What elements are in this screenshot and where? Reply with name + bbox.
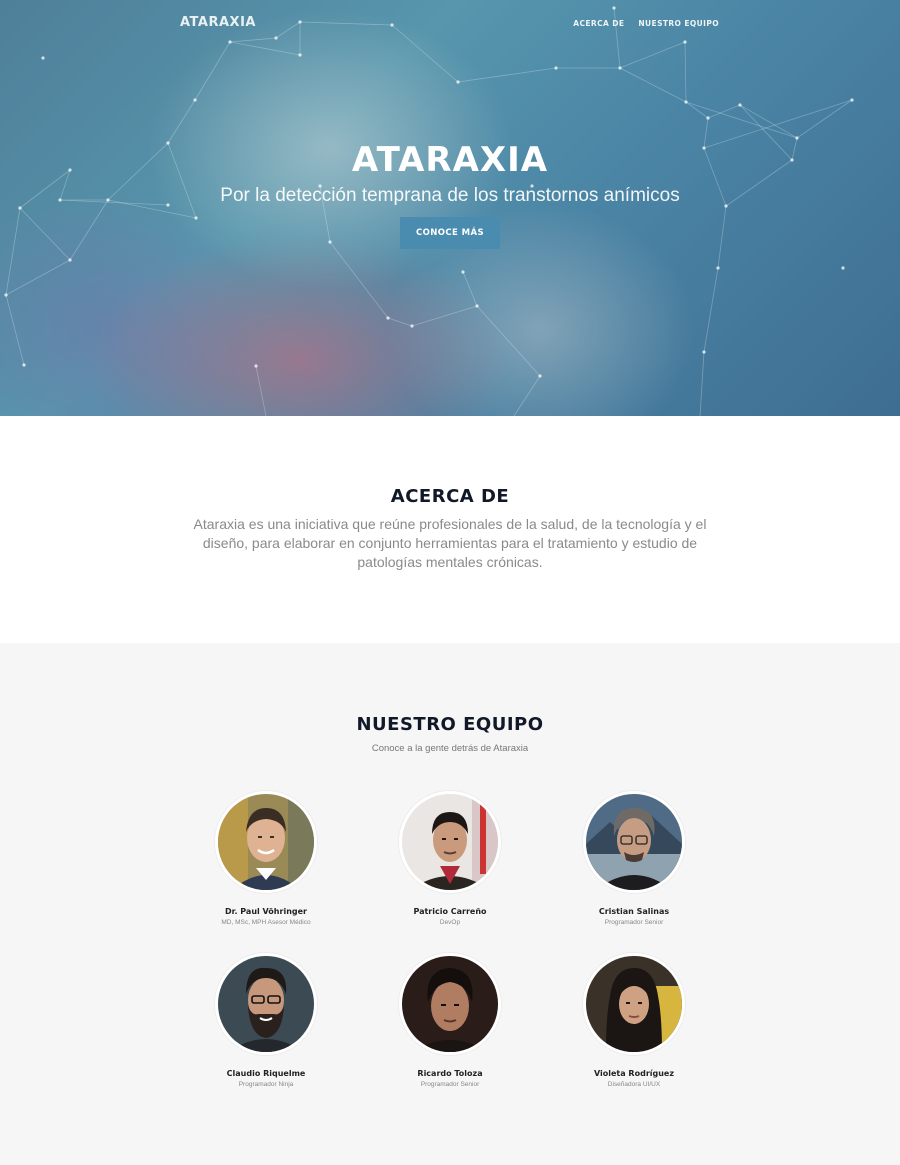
team-member-card: Dr. Paul Vöhringer MD, MSc, MPH Asesor M… [176,791,356,926]
portrait-image [402,794,498,890]
nav-link-acerca-de[interactable]: ACERCA DE [573,19,624,28]
member-role: Programador Ninja [238,1081,294,1088]
avatar [399,791,501,893]
team-title: NUESTRO EQUIPO [356,714,544,735]
nav-links: ACERCA DE NUESTRO EQUIPO [573,19,719,28]
avatar [215,791,317,893]
member-role: MD, MSc, MPH Asesor Médico [221,919,311,926]
portrait-image [586,794,682,890]
hero-title: ATARAXIA [351,140,549,180]
team-section: NUESTRO EQUIPO Conoce a la gente detrás … [0,643,900,1165]
member-name: Ricardo Toloza [417,1069,483,1078]
hero-section: ATARAXIA ACERCA DE NUESTRO EQUIPO ATARAX… [0,0,900,416]
team-subtitle: Conoce a la gente detrás de Ataraxia [371,743,529,754]
avatar [399,953,501,1055]
network-background [4,6,854,416]
member-role: Programador Senior [420,1081,480,1088]
portrait-image [586,956,682,1052]
about-text: Ataraxia es una iniciativa que reúne pro… [193,516,707,570]
member-name: Dr. Paul Vöhringer [225,907,307,916]
conoce-mas-button[interactable]: CONOCE MÁS [400,217,500,249]
avatar [583,791,685,893]
team-member-card: Patricio Carreño DevOp [360,791,540,926]
avatar [215,953,317,1055]
member-name: Cristian Salinas [598,907,670,916]
member-name: Patricio Carreño [413,907,487,916]
team-member-card: Cristian Salinas Programador Senior [544,791,724,926]
about-title: ACERCA DE [390,486,510,507]
member-role: Diseñadora UI/UX [607,1081,661,1088]
portrait-image [402,956,498,1052]
nav-link-nuestro-equipo[interactable]: NUESTRO EQUIPO [638,19,719,28]
team-member-card: Claudio Riquelme Programador Ninja [176,953,356,1088]
portrait-image [218,956,314,1052]
team-member-card: Violeta Rodríguez Diseñadora UI/UX [544,953,724,1088]
team-member-card: Ricardo Toloza Programador Senior [360,953,540,1088]
avatar [583,953,685,1055]
member-role: Programador Senior [604,919,664,926]
hero-subtitle: Por la detección temprana de los transto… [220,185,680,206]
member-role: DevOp [439,919,461,926]
member-name: Claudio Riquelme [226,1069,306,1078]
member-name: Violeta Rodríguez [593,1069,675,1078]
nav-logo[interactable]: ATARAXIA [180,15,256,30]
portrait-image [218,794,314,890]
